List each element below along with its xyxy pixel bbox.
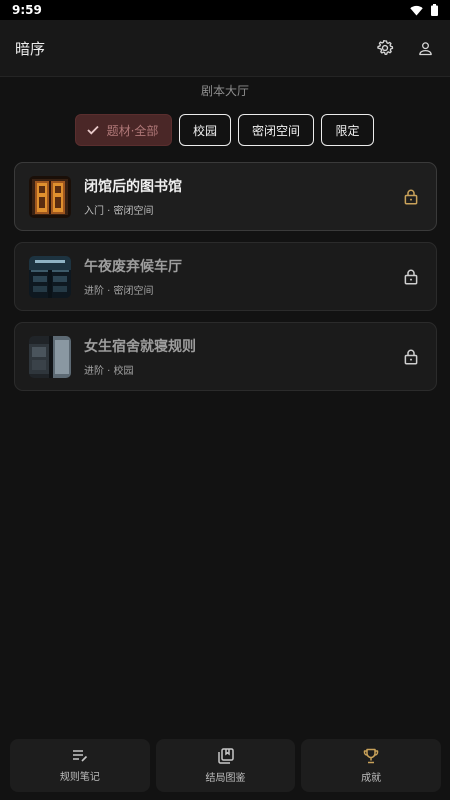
check-icon	[86, 125, 99, 135]
library-doors-image	[29, 175, 71, 218]
script-title: 午夜废弃候车厅	[84, 259, 182, 275]
script-title: 女生宿舍就寝规则	[84, 339, 196, 355]
lock-icon	[404, 189, 418, 204]
battery-icon	[431, 4, 438, 16]
nav-ending-collection[interactable]: 结局图鉴	[155, 739, 296, 792]
script-thumbnail	[29, 175, 71, 218]
script-card-dorm[interactable]: 女生宿舍就寝规则 进阶 · 校园	[14, 322, 437, 391]
nav-label: 结局图鉴	[205, 772, 246, 784]
script-title: 闭馆后的图书馆	[84, 179, 182, 195]
filter-chip-label: 题材·全部	[106, 123, 159, 138]
script-thumbnail	[29, 255, 71, 298]
filter-chip-closed-space[interactable]: 密闭空间	[238, 114, 314, 146]
filter-chip-label: 校园	[192, 123, 217, 138]
wifi-icon	[410, 5, 423, 15]
script-card-text: 女生宿舍就寝规则 进阶 · 校园	[84, 336, 402, 377]
waiting-hall-image	[29, 255, 71, 298]
script-meta: 进阶 · 密闭空间	[84, 286, 154, 297]
status-icons	[410, 4, 438, 16]
profile-button[interactable]	[415, 38, 436, 59]
gear-icon	[376, 39, 393, 55]
script-card-library[interactable]: 闭馆后的图书馆 入门 · 密闭空间	[14, 162, 437, 231]
lock-icon	[404, 269, 418, 284]
script-thumbnail	[29, 335, 71, 378]
status-bar: 9:59	[0, 0, 450, 20]
filter-chip-limited[interactable]: 限定	[321, 114, 374, 146]
collection-icon	[217, 747, 234, 764]
app-actions	[374, 38, 436, 59]
section-title: 剧本大厅	[200, 84, 249, 98]
lock-icon	[404, 349, 418, 364]
notes-icon	[72, 749, 87, 762]
script-meta: 入门 · 密闭空间	[84, 206, 154, 217]
nav-label: 规则笔记	[59, 771, 100, 783]
bottom-nav: 规则笔记 结局图鉴 成就	[10, 739, 442, 792]
script-card-waiting-hall[interactable]: 午夜废弃候车厅 进阶 · 密闭空间	[14, 242, 437, 311]
script-card-text: 闭馆后的图书馆 入门 · 密闭空间	[84, 176, 402, 217]
filter-chips: 题材·全部 校园 密闭空间 限定	[75, 114, 374, 146]
filter-chip-label: 限定	[335, 123, 360, 138]
nav-rule-notes[interactable]: 规则笔记	[10, 739, 150, 792]
nav-label: 成就	[361, 772, 382, 784]
filter-chip-campus[interactable]: 校园	[179, 114, 231, 146]
dorm-room-image	[29, 335, 71, 378]
trophy-icon	[363, 748, 379, 763]
filter-chip-all[interactable]: 题材·全部	[75, 114, 172, 146]
filter-chip-label: 密闭空间	[251, 123, 300, 138]
user-icon	[419, 41, 432, 55]
app-title: 暗序	[15, 39, 46, 58]
script-meta: 进阶 · 校园	[84, 366, 134, 377]
nav-achievements[interactable]: 成就	[301, 739, 442, 792]
script-card-text: 午夜废弃候车厅 进阶 · 密闭空间	[84, 256, 402, 297]
status-time: 9:59	[12, 3, 42, 17]
app-bar: 暗序	[0, 20, 450, 77]
settings-button[interactable]	[374, 38, 395, 59]
